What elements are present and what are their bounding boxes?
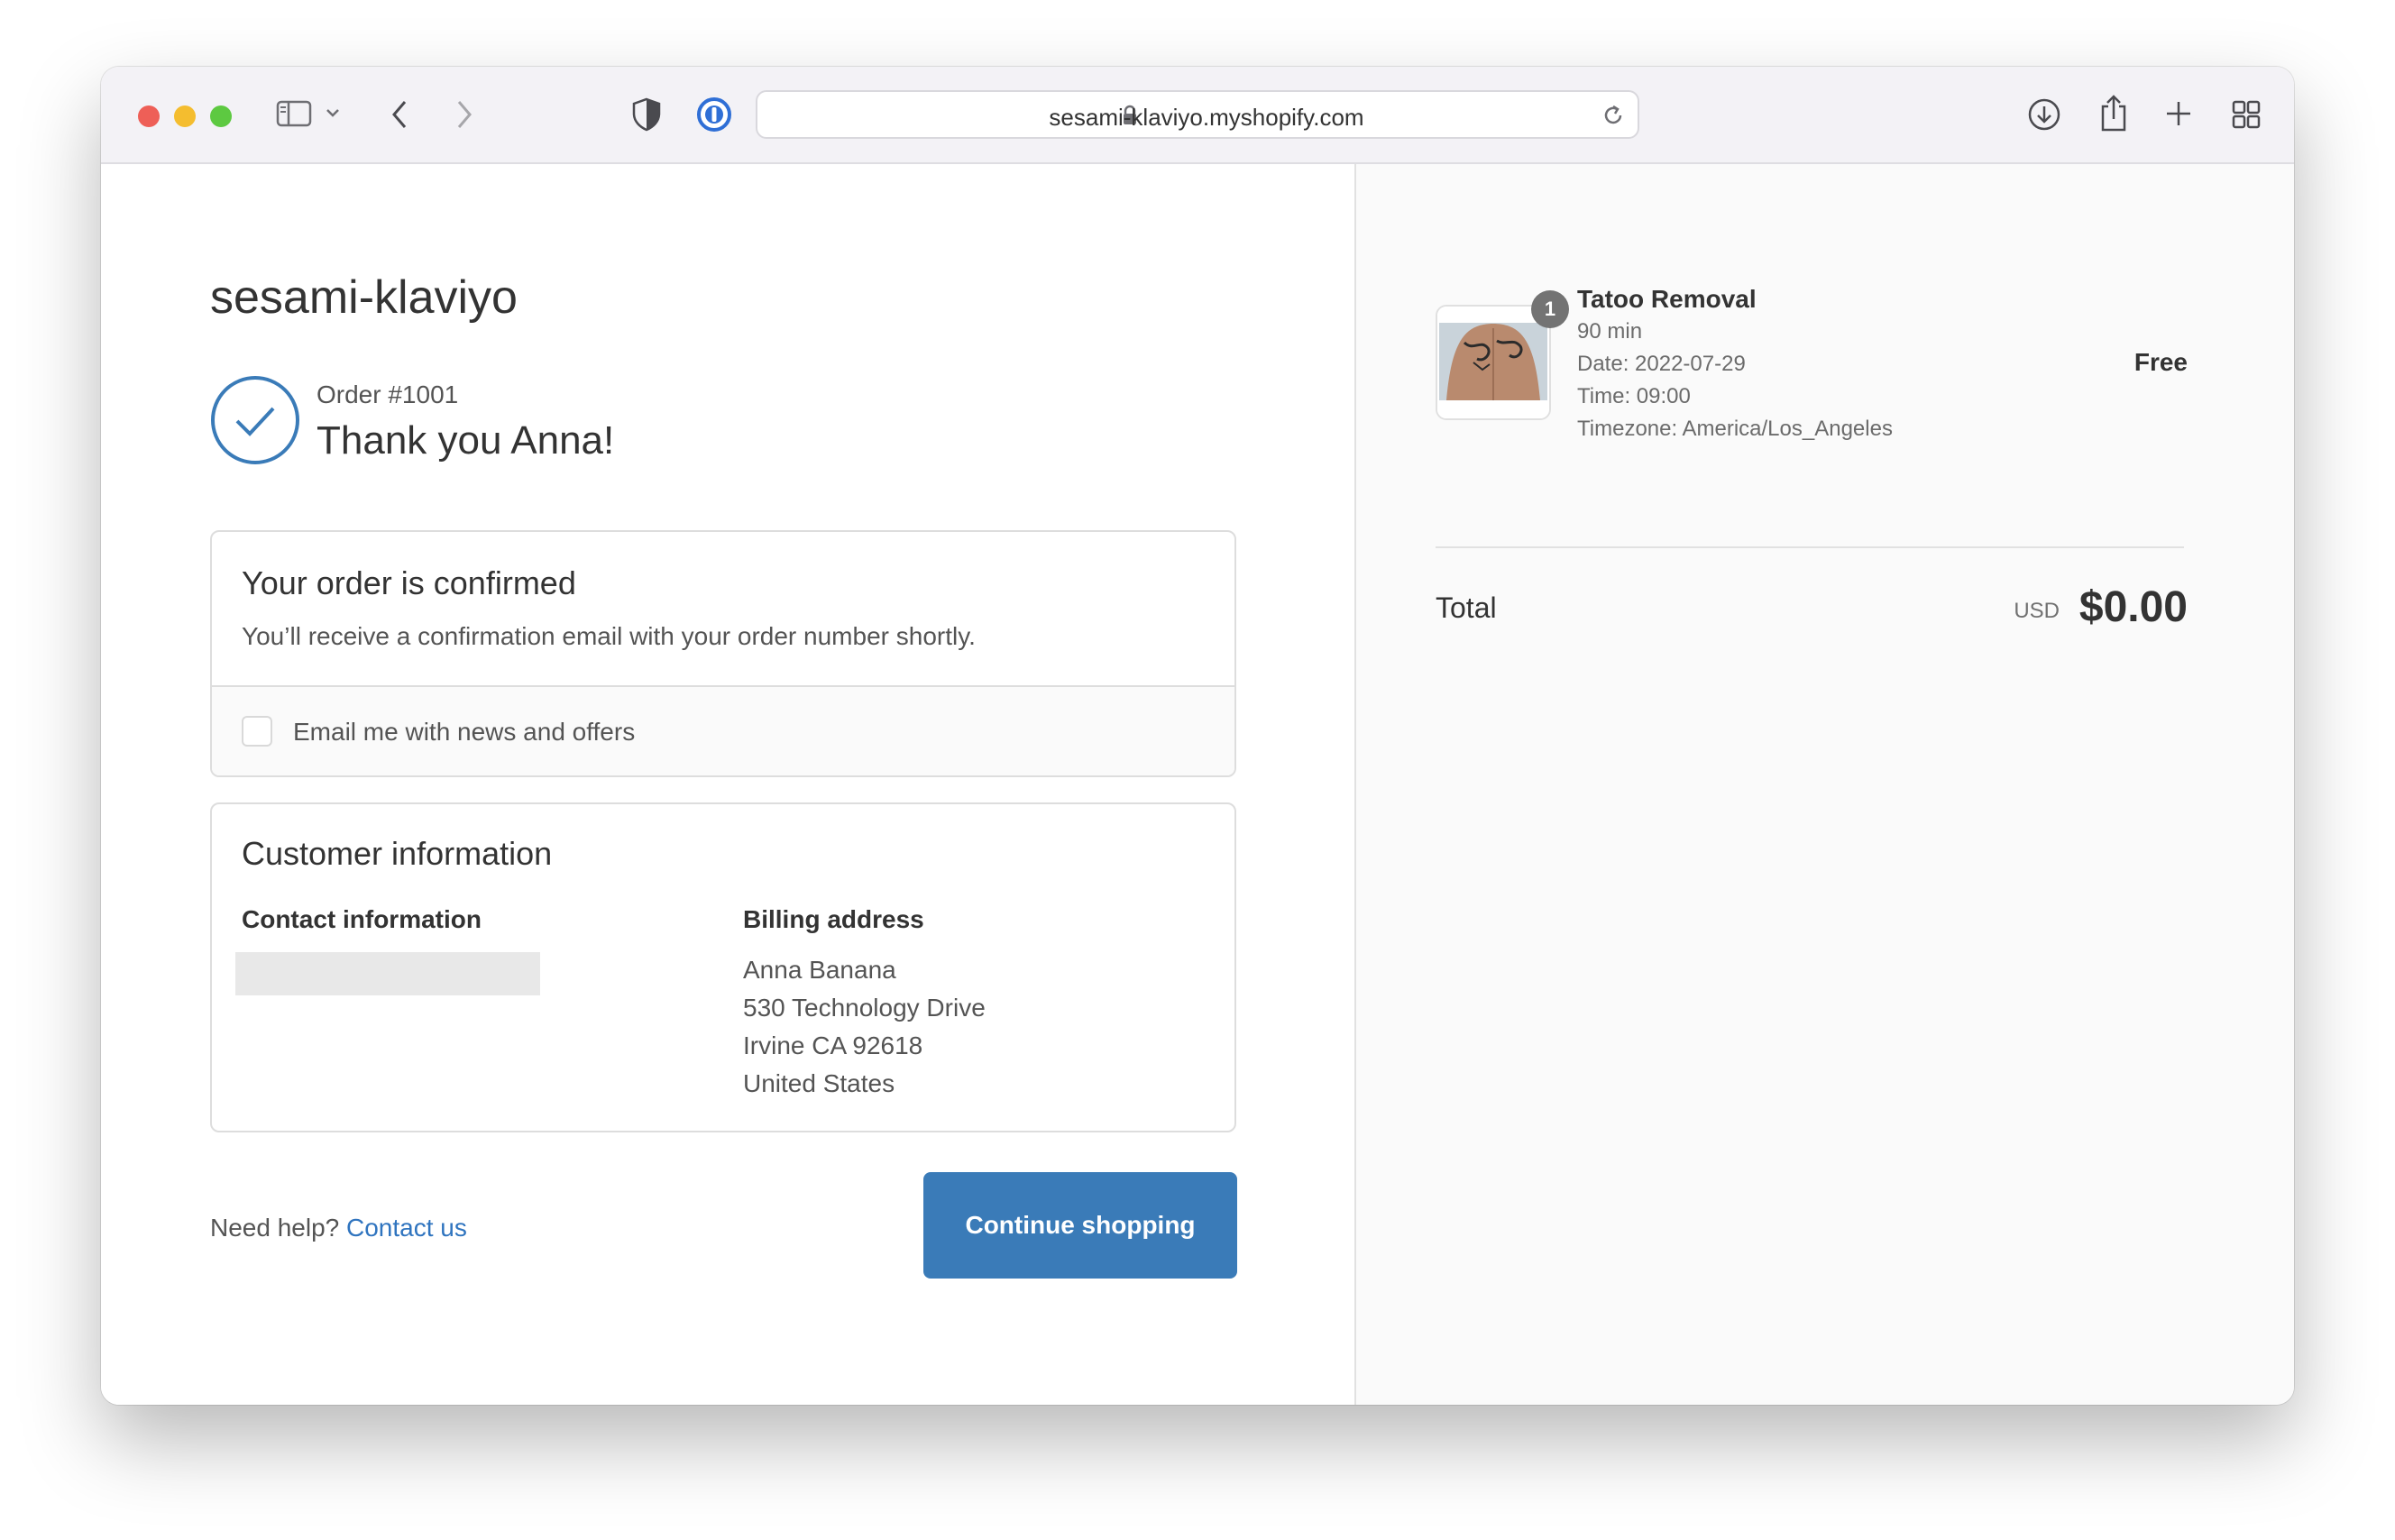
newsletter-label[interactable]: Email me with news and offers — [293, 718, 635, 747]
shop-name[interactable]: sesami-klaviyo — [210, 270, 518, 325]
order-summary-sidebar: 1 Tatoo Removal 90 min Date: 2022-07-29 … — [1354, 164, 2294, 1405]
quantity-badge: 1 — [1531, 290, 1569, 328]
total-amount: $0.00 — [2078, 583, 2188, 631]
page-content: sesami-klaviyo Order #1001 Thank you Ann… — [101, 164, 2294, 1405]
sidebar-icon[interactable] — [276, 99, 312, 128]
billing-country: United States — [743, 1069, 895, 1097]
checkout-main: sesami-klaviyo Order #1001 Thank you Ann… — [101, 164, 1354, 1405]
order-number: Order #1001 — [317, 380, 459, 408]
checkmark-circle-icon — [210, 375, 300, 470]
tab-overview-icon[interactable] — [2231, 99, 2262, 130]
browser-window: sesami-klaviyo.myshopify.com sesami-klav… — [101, 67, 2294, 1405]
password-manager-icon[interactable] — [696, 96, 732, 133]
shield-icon[interactable] — [631, 97, 662, 132]
product-duration: 90 min — [1577, 319, 1643, 344]
minimize-window-button[interactable] — [174, 105, 196, 127]
billing-address-heading: Billing address — [743, 905, 924, 933]
product-time: Time: 09:00 — [1577, 384, 1691, 408]
confirmed-title: Your order is confirmed — [242, 564, 576, 601]
newsletter-checkbox[interactable] — [242, 716, 272, 747]
product-price: Free — [2133, 348, 2188, 376]
order-confirmed-box: Your order is confirmed You’ll receive a… — [210, 530, 1236, 777]
currency-code: USD — [2014, 599, 2060, 623]
download-icon[interactable] — [2027, 97, 2061, 132]
contact-info-heading: Contact information — [242, 905, 482, 933]
confirmed-text: You’ll receive a confirmation email with… — [242, 622, 976, 650]
customer-information-box: Customer information Contact information… — [210, 802, 1236, 1132]
total-label: Total — [1436, 591, 1497, 624]
customer-info-title: Customer information — [242, 835, 553, 872]
billing-name: Anna Banana — [743, 956, 896, 984]
newsletter-row: Email me with news and offers — [212, 685, 1234, 775]
chevron-down-icon[interactable] — [325, 106, 341, 119]
browser-toolbar: sesami-klaviyo.myshopify.com — [101, 67, 2294, 164]
reload-icon[interactable] — [1601, 104, 1625, 132]
contact-info-redacted — [235, 952, 540, 995]
zoom-window-button[interactable] — [210, 105, 232, 127]
thank-you-heading: Thank you Anna! — [317, 418, 615, 463]
new-tab-icon[interactable] — [2164, 99, 2193, 128]
need-help-label: Need help? — [210, 1214, 340, 1242]
product-title: Tatoo Removal — [1577, 285, 1757, 313]
help-text: Need help? Contact us — [210, 1214, 467, 1242]
product-date: Date: 2022-07-29 — [1577, 352, 1746, 376]
product-thumbnail — [1436, 305, 1551, 420]
share-icon[interactable] — [2097, 94, 2130, 133]
continue-shopping-button[interactable]: Continue shopping — [923, 1172, 1237, 1279]
billing-street: 530 Technology Drive — [743, 994, 986, 1022]
close-window-button[interactable] — [138, 105, 160, 127]
url-text: sesami-klaviyo.myshopify.com — [1049, 104, 1364, 131]
billing-city: Irvine CA 92618 — [743, 1031, 923, 1059]
back-icon[interactable] — [390, 99, 409, 130]
product-timezone: Timezone: America/Los_Angeles — [1577, 417, 1893, 441]
contact-us-link[interactable]: Contact us — [346, 1214, 467, 1242]
summary-divider — [1436, 546, 2184, 548]
forward-icon[interactable] — [454, 99, 474, 130]
address-bar[interactable]: sesami-klaviyo.myshopify.com — [756, 90, 1639, 139]
